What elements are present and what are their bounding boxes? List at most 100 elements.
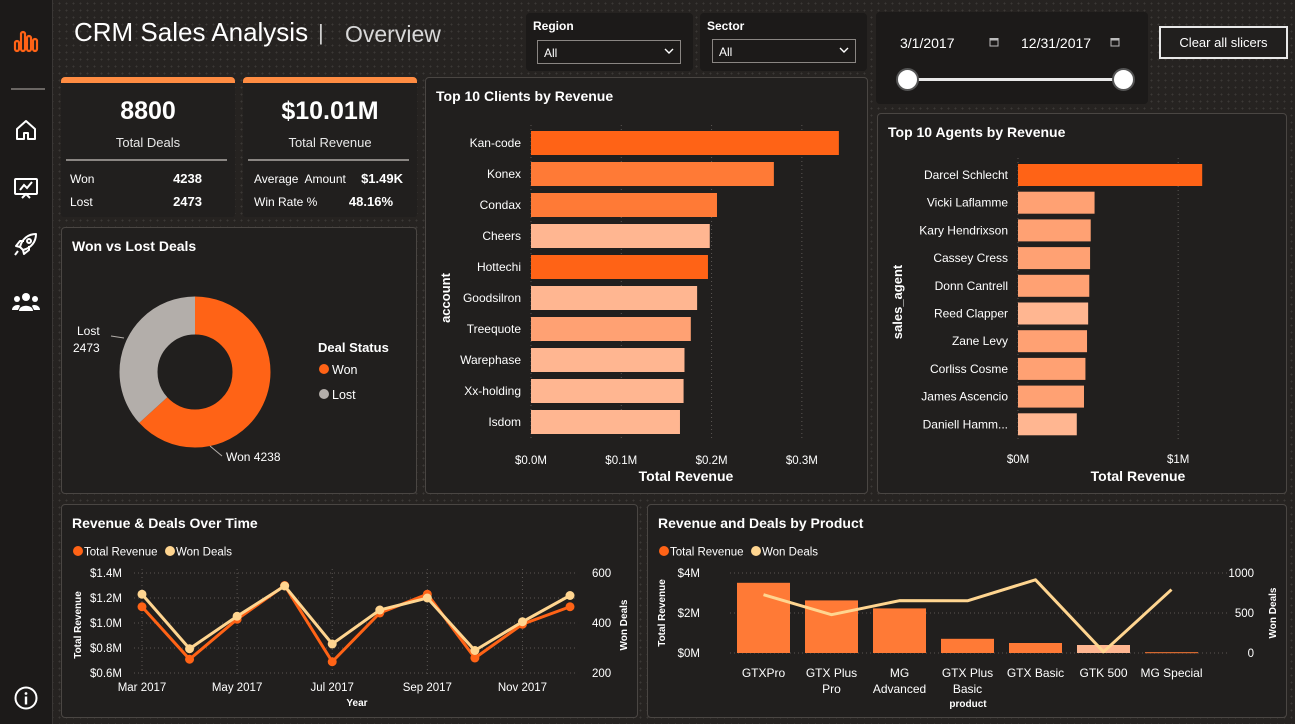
x-tick-label: May 2017 <box>212 682 263 694</box>
bar-vicki-laflamme[interactable] <box>1018 191 1095 214</box>
bar-treequote[interactable] <box>531 317 691 341</box>
calendar-icon[interactable] <box>989 37 999 47</box>
start-date-input[interactable]: 3/1/2017 <box>900 35 955 51</box>
bar-gtx-basic[interactable] <box>1009 643 1062 653</box>
calendar-icon[interactable] <box>1110 37 1120 47</box>
bar-kan-code[interactable] <box>531 131 839 155</box>
data-point[interactable] <box>232 611 242 621</box>
bar-cassey-cress[interactable] <box>1018 247 1091 270</box>
region-dropdown[interactable]: All <box>537 40 681 64</box>
date-range-track[interactable] <box>907 78 1124 81</box>
bar-darcel-schlecht[interactable] <box>1018 164 1203 186</box>
category-label: Vicki Laflamme <box>927 196 1008 210</box>
products-y-axis-title: Total Revenue <box>657 579 668 647</box>
bar-isdom[interactable] <box>531 410 680 434</box>
date-range-slicer: 3/1/2017 12/31/2017 <box>876 12 1148 104</box>
data-point[interactable] <box>327 639 337 649</box>
x-tick-label: $0.2M <box>696 455 728 467</box>
won-lost-donut-chart: Lost 2473 Won 4238 Deal Status Won Lost <box>73 296 389 464</box>
total-deals-card: 8800 Total Deals Won 4238 Lost 2473 <box>61 77 235 217</box>
sector-dropdown-value: All <box>719 45 733 59</box>
bar-kary-hendrixson[interactable] <box>1018 219 1091 242</box>
timeline-y-axis-title: Total Revenue <box>73 591 84 659</box>
end-date-handle[interactable] <box>1112 68 1135 91</box>
rocket-icon[interactable] <box>10 228 42 260</box>
clear-slicers-button[interactable]: Clear all slicers <box>1159 26 1288 59</box>
x-tick-label: Nov 2017 <box>498 682 547 694</box>
total-revenue-value: $10.01M <box>281 97 379 125</box>
bar-condax[interactable] <box>531 193 717 217</box>
bar-zane-levy[interactable] <box>1018 330 1088 353</box>
bar-warephase[interactable] <box>531 348 685 372</box>
data-point[interactable] <box>280 581 290 591</box>
data-point[interactable] <box>517 617 527 627</box>
bar-mg-advanced[interactable] <box>873 608 926 653</box>
legend-title: Deal Status <box>318 340 389 355</box>
data-point[interactable] <box>422 593 432 603</box>
bar-hottechi[interactable] <box>531 255 708 279</box>
lost-value: 2473 <box>173 194 202 209</box>
revenue-by-product-panel: Revenue and Deals by Product Total Reven… <box>647 504 1287 718</box>
bar-mg-special[interactable] <box>1145 652 1198 654</box>
category-label: Kan-code <box>470 136 522 150</box>
data-point[interactable] <box>185 644 195 654</box>
end-date-input[interactable]: 12/31/2017 <box>1021 35 1091 51</box>
data-point[interactable] <box>137 589 147 599</box>
kpi-divider <box>66 159 227 161</box>
sector-dropdown[interactable]: All <box>712 39 856 63</box>
kpi-accent-bar <box>243 77 417 83</box>
data-point[interactable] <box>470 646 480 655</box>
page-title: CRM Sales Analysis <box>74 17 309 47</box>
data-point[interactable] <box>565 602 575 612</box>
bar-james-ascencio[interactable] <box>1018 385 1084 408</box>
average-amount-value: $1.49K <box>361 171 403 186</box>
data-point[interactable] <box>327 657 337 667</box>
agents-y-axis-title: sales_agent <box>890 264 905 339</box>
series-line-total-revenue[interactable] <box>140 583 571 665</box>
data-point[interactable] <box>185 654 195 664</box>
bar-gtxpro[interactable] <box>737 582 790 653</box>
info-icon[interactable] <box>10 682 42 714</box>
x-tick-label: Mar 2017 <box>118 682 167 694</box>
category-label: Daniell Hamm... <box>923 417 1008 431</box>
legend-revenue-label: Total Revenue <box>670 547 744 559</box>
won-lost-panel: Won vs Lost Deals Lost 2473 Won 4238 Dea… <box>61 227 417 494</box>
series-line-won-deals[interactable] <box>140 584 571 653</box>
presentation-icon[interactable] <box>10 172 42 204</box>
kpi-divider <box>248 159 409 161</box>
legend-won-deals-marker <box>165 546 175 556</box>
bar-corliss-cosme[interactable] <box>1018 357 1086 380</box>
legend-won-marker <box>319 364 329 374</box>
top-agents-bar-chart: $0M $1M Darcel Schlecht Vicki Laflamme Kary … <box>890 158 1203 484</box>
products-y2-axis-title: Won Deals <box>1268 587 1279 638</box>
products-x-axis-title: product <box>949 699 987 710</box>
y2-tick-label: 500 <box>1235 608 1254 620</box>
team-icon[interactable] <box>10 286 42 318</box>
start-date-handle[interactable] <box>896 68 919 91</box>
timeline-x-axis-title: Year <box>346 698 367 709</box>
home-icon[interactable] <box>10 114 42 146</box>
won-label: Won <box>70 172 95 186</box>
bar-donn-cantrell[interactable] <box>1018 274 1090 297</box>
won-slice-label: Won 4238 <box>226 450 281 464</box>
y2-tick-label: 200 <box>592 668 611 680</box>
bar-reed-clapper[interactable] <box>1018 302 1089 325</box>
category-label: Reed Clapper <box>934 307 1008 321</box>
data-point[interactable] <box>565 591 575 600</box>
region-dropdown-value: All <box>544 46 558 60</box>
y2-tick-label: 0 <box>1248 648 1254 660</box>
bar-goodsilron[interactable] <box>531 286 698 310</box>
bar-gtx-plus-basic[interactable] <box>941 638 994 653</box>
bar-xx-holding[interactable] <box>531 379 684 403</box>
bar-konex[interactable] <box>531 162 774 186</box>
bar-cheers[interactable] <box>531 224 710 248</box>
y-tick-label: $0.6M <box>90 668 122 680</box>
y2-tick-label: 400 <box>592 618 611 630</box>
category-label: Isdom <box>488 415 521 429</box>
bar-daniell-hamm-[interactable] <box>1018 413 1077 436</box>
revenue-over-time-panel: Revenue & Deals Over Time Total Revenue … <box>61 504 638 718</box>
data-point[interactable] <box>375 605 385 615</box>
data-point[interactable] <box>137 602 147 612</box>
x-tick-label: $0.3M <box>786 455 818 467</box>
average-amount-label: Average Amount <box>254 172 346 186</box>
